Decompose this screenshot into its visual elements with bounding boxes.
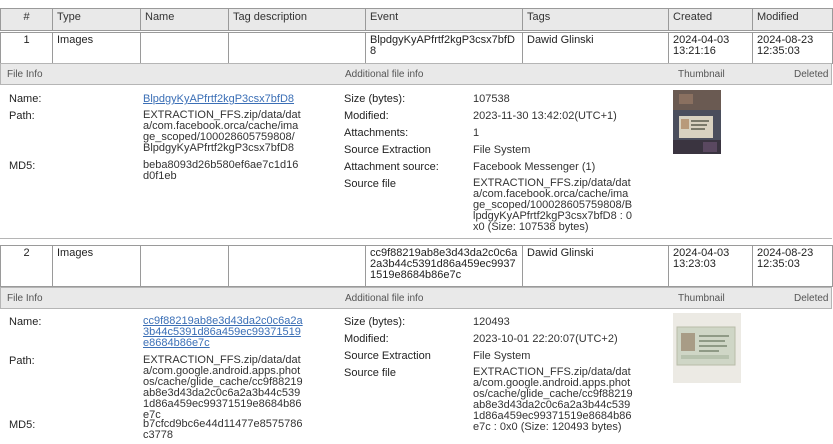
- record-number: 2: [0, 245, 53, 287]
- modified-label: Modified:: [344, 110, 389, 122]
- attachment-source-label: Attachment source:: [344, 161, 439, 173]
- file-name-link[interactable]: cc9f88219ab8e3d43da2c0c6a2a3b44c5391d86a…: [143, 316, 303, 349]
- attachment-source-value: Facebook Messenger (1): [473, 161, 596, 173]
- source-file-label: Source file: [344, 178, 396, 190]
- source-extraction-label: Source Extraction: [344, 144, 431, 156]
- file-path: EXTRACTION_FFS.zip/data/data/com.google.…: [143, 354, 303, 421]
- file-path: EXTRACTION_FFS.zip/data/data/com.faceboo…: [143, 109, 301, 154]
- col-header-tags[interactable]: Tags: [522, 8, 669, 31]
- record-type: Images: [52, 245, 141, 287]
- deleted-heading: Deleted: [794, 293, 829, 304]
- col-header-modified[interactable]: Modified: [752, 8, 833, 31]
- record-tags: Dawid Glinski: [522, 32, 669, 64]
- details-section-header: File Info Additional file info Thumbnail…: [0, 287, 832, 309]
- table-row[interactable]: 2 Images cc9f88219ab8e3d43da2c0c6a2a3b44…: [0, 245, 833, 287]
- thumbnail-heading: Thumbnail: [678, 293, 725, 304]
- record-event: cc9f88219ab8e3d43da2c0c6a2a3b44c5391d86a…: [365, 245, 523, 287]
- additional-info-heading: Additional file info: [345, 293, 424, 304]
- col-header-event[interactable]: Event: [365, 8, 523, 31]
- size-value: 107538: [473, 93, 510, 105]
- col-header-tag-description[interactable]: Tag description: [228, 8, 366, 31]
- report-header: # Type Name Tag description Event Tags C…: [0, 8, 833, 31]
- record-name: [140, 245, 229, 287]
- col-header-type[interactable]: Type: [52, 8, 141, 31]
- record-number: 1: [0, 32, 53, 64]
- details-section-header: File Info Additional file info Thumbnail…: [0, 63, 832, 85]
- source-file-value: EXTRACTION_FFS.zip/data/data/com.google.…: [473, 366, 633, 433]
- size-value: 120493: [473, 316, 510, 328]
- file-name-link[interactable]: BlpdgyKyAPfrtf2kgP3csx7bfD8: [143, 93, 299, 105]
- source-extraction-value: File System: [473, 350, 531, 362]
- attachments-value: 1: [473, 127, 480, 139]
- record-tag-description: [228, 245, 366, 287]
- record-tag-description: [228, 32, 366, 64]
- thumbnail-image[interactable]: [673, 313, 741, 383]
- size-label: Size (bytes):: [344, 316, 406, 328]
- name-label: Name:: [9, 316, 42, 328]
- additional-info-heading: Additional file info: [345, 69, 424, 80]
- modified-value: 2023-11-30 13:42:02(UTC+1): [473, 110, 617, 122]
- col-header-number[interactable]: #: [0, 8, 53, 31]
- record-modified: 2024-08-23 12:35:03: [752, 245, 833, 287]
- size-label: Size (bytes):: [344, 93, 406, 105]
- modified-label: Modified:: [344, 333, 389, 345]
- record-tags: Dawid Glinski: [522, 245, 669, 287]
- record-modified: 2024-08-23 12:35:03: [752, 32, 833, 64]
- source-file-label: Source file: [344, 367, 396, 379]
- md5-value: beba8093d26b580ef6ae7c1d16d0f1eb: [143, 159, 299, 182]
- attachments-label: Attachments:: [344, 127, 409, 139]
- record-divider: [0, 238, 832, 239]
- record-name: [140, 32, 229, 64]
- file-info-heading: File Info: [7, 69, 43, 80]
- record-type: Images: [52, 32, 141, 64]
- path-label: Path:: [9, 355, 35, 367]
- source-extraction-value: File System: [473, 144, 531, 156]
- path-label: Path:: [9, 110, 35, 122]
- modified-value: 2023-10-01 22:20:07(UTC+2): [473, 333, 618, 345]
- record-created: 2024-04-03 13:21:16: [668, 32, 753, 64]
- table-row[interactable]: 1 Images BlpdgyKyAPfrtf2kgP3csx7bfD8 Daw…: [0, 32, 833, 64]
- source-file-value: EXTRACTION_FFS.zip/data/data/com.faceboo…: [473, 177, 633, 233]
- md5-label: MD5:: [9, 160, 36, 172]
- file-info-heading: File Info: [7, 293, 43, 304]
- deleted-heading: Deleted: [794, 69, 829, 80]
- md5-label: MD5:: [9, 419, 36, 431]
- thumbnail-heading: Thumbnail: [678, 69, 725, 80]
- source-extraction-label: Source Extraction: [344, 350, 431, 362]
- md5-value: b7cfcd9bc6e44d11477e8575786c3778: [143, 418, 303, 441]
- thumbnail-image[interactable]: [673, 90, 721, 154]
- col-header-created[interactable]: Created: [668, 8, 753, 31]
- record-created: 2024-04-03 13:23:03: [668, 245, 753, 287]
- name-label: Name:: [9, 93, 42, 105]
- record-event: BlpdgyKyAPfrtf2kgP3csx7bfD8: [365, 32, 523, 64]
- col-header-name[interactable]: Name: [140, 8, 229, 31]
- report-page: # Type Name Tag description Event Tags C…: [0, 0, 833, 444]
